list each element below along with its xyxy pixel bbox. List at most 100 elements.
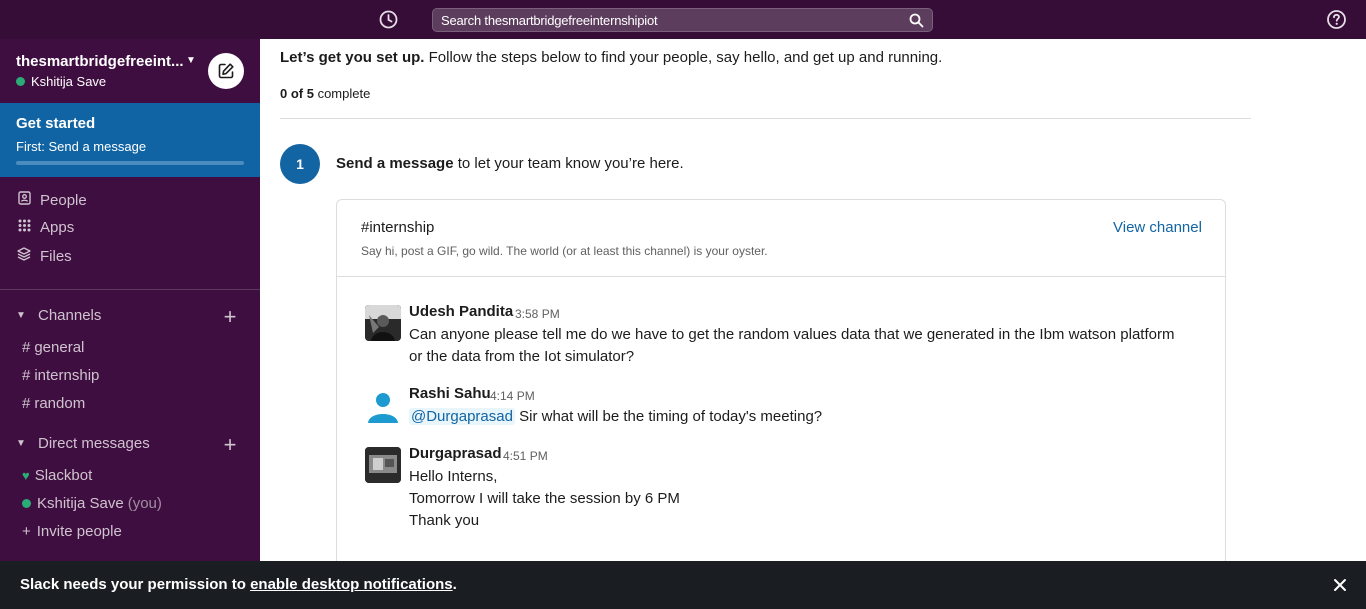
channel-preview-description: Say hi, post a GIF, go wild. The world (… (361, 244, 768, 258)
invite-people-label: Invite people (36, 523, 122, 540)
hash-icon: # (22, 395, 31, 412)
avatar[interactable] (365, 305, 401, 341)
hash-icon: # (22, 367, 31, 384)
search-text: Search thesmartbridgefreeinternshipiot (441, 13, 658, 28)
compose-button[interactable] (208, 53, 244, 89)
dm-name: Kshitija Save (37, 495, 124, 512)
sidebar-item-channel-random[interactable]: # random (22, 395, 85, 417)
message-time[interactable]: 4:51 PM (503, 449, 548, 463)
plus-icon: + (223, 432, 237, 457)
default-user-icon (365, 387, 401, 423)
view-channel-link[interactable]: View channel (1113, 219, 1202, 236)
apps-grid-icon (16, 219, 32, 235)
setup-progress: 0 of 5 complete (280, 86, 370, 101)
plus-icon: + (22, 523, 31, 540)
message-time[interactable]: 3:58 PM (515, 307, 560, 321)
message-text: or the data from the Iot simulator? (409, 348, 635, 365)
message-time[interactable]: 4:14 PM (490, 389, 535, 403)
avatar-photo-icon (365, 305, 401, 341)
setup-progress-label: complete (313, 86, 371, 101)
current-user: Kshitija Save (16, 74, 106, 89)
avatar[interactable] (365, 387, 401, 423)
step-title-bold: Send a message (336, 155, 454, 172)
sidebar-item-label: People (40, 192, 87, 209)
banner-prefix: Slack needs your permission to (20, 576, 251, 593)
user-mention[interactable]: @Durgaprasad (409, 408, 515, 425)
close-banner-button[interactable] (1330, 575, 1350, 595)
channel-preview-name: #internship (361, 219, 435, 236)
message-author[interactable]: Udesh Pandita (409, 303, 513, 320)
banner-text: Slack needs your permission to enable de… (20, 576, 457, 593)
message-text: Hello Interns, (409, 468, 498, 485)
channel-name: general (34, 339, 85, 356)
hash-icon: # (22, 339, 31, 356)
step-title-text: to let your team know you’re here. (453, 155, 684, 172)
you-label: (you) (127, 495, 162, 512)
sidebar: thesmartbridgefreeint... ▼ Kshitija Save… (0, 39, 260, 561)
chevron-down-icon: ▼ (186, 55, 196, 66)
sidebar-item-label: Apps (40, 219, 75, 236)
plus-icon: + (223, 304, 237, 329)
search-icon (909, 13, 924, 28)
banner-suffix: . (452, 576, 457, 593)
get-started-subtitle: First: Send a message (16, 139, 147, 154)
sidebar-item-dm-slackbot[interactable]: ♥ Slackbot (22, 467, 92, 489)
add-dm-button[interactable]: + (220, 432, 240, 457)
people-icon (16, 191, 32, 208)
message-author[interactable]: Rashi Sahu (409, 385, 491, 402)
get-started-item[interactable]: Get started First: Send a message (0, 103, 260, 177)
caret-down-icon: ▼ (16, 310, 26, 321)
invite-people-button[interactable]: + Invite people (22, 523, 122, 545)
add-channel-button[interactable]: + (220, 304, 240, 329)
channel-preview-header: #internship Say hi, post a GIF, go wild.… (337, 200, 1225, 277)
heart-icon: ♥ (22, 468, 30, 483)
sidebar-item-dm-self[interactable]: Kshitija Save (you) (22, 495, 162, 517)
sidebar-item-channel-internship[interactable]: # internship (22, 367, 99, 389)
clock-icon (379, 10, 398, 29)
notification-banner: Slack needs your permission to enable de… (0, 561, 1366, 609)
message-text-rest: Sir what will be the timing of today's m… (514, 408, 823, 425)
channels-section-header[interactable]: ▼ Channels (16, 307, 101, 329)
help-button[interactable] (1326, 9, 1347, 30)
channel-name: internship (34, 367, 100, 384)
setup-intro: Let’s get you set up. Follow the steps b… (280, 49, 942, 66)
avatar-photo-icon (365, 447, 401, 483)
caret-down-icon: ▼ (16, 438, 26, 449)
enable-notifications-link[interactable]: enable desktop notifications (250, 576, 453, 593)
top-bar: Search thesmartbridgefreeinternshipiot (0, 0, 1366, 39)
message-text: Can anyone please tell me do we have to … (409, 326, 1175, 343)
channels-header-label: Channels (38, 307, 102, 324)
channel-preview-card: #internship Say hi, post a GIF, go wild.… (336, 199, 1226, 561)
sidebar-item-channel-general[interactable]: # general (22, 339, 84, 361)
message-author[interactable]: Durgaprasad (409, 445, 502, 462)
current-user-name: Kshitija Save (31, 74, 107, 89)
setup-intro-bold: Let’s get you set up. (280, 49, 425, 66)
sidebar-item-files[interactable]: Files (16, 247, 72, 269)
channel-name: random (34, 395, 86, 412)
question-circle-icon (1327, 10, 1346, 29)
compose-icon (218, 63, 234, 79)
close-icon (1334, 579, 1346, 591)
main-content: Let’s get you set up. Follow the steps b… (260, 39, 1366, 561)
sidebar-divider (0, 289, 260, 290)
get-started-progress-bar (16, 161, 244, 165)
search-bar[interactable]: Search thesmartbridgefreeinternshipiot (432, 8, 933, 32)
history-button[interactable] (378, 9, 399, 30)
main-divider (280, 118, 1251, 119)
sidebar-item-people[interactable]: People (16, 191, 87, 213)
message-text: Thank you (409, 512, 480, 529)
online-status-icon (16, 77, 25, 86)
step-number-badge: 1 (280, 144, 320, 184)
sidebar-item-apps[interactable]: Apps (16, 219, 74, 241)
message-text: @Durgaprasad Sir what will be the timing… (409, 408, 822, 425)
avatar[interactable] (365, 447, 401, 483)
dm-section-header[interactable]: ▼ Direct messages (16, 435, 150, 457)
workspace-header[interactable]: thesmartbridgefreeint... ▼ Kshitija Save (0, 39, 260, 103)
files-layers-icon (16, 247, 32, 264)
workspace-name[interactable]: thesmartbridgefreeint... (16, 53, 184, 70)
online-status-icon (22, 499, 31, 508)
dm-header-label: Direct messages (38, 435, 150, 452)
step-title: Send a message to let your team know you… (336, 155, 684, 172)
get-started-title: Get started (16, 115, 96, 132)
sidebar-item-label: Files (40, 248, 72, 265)
